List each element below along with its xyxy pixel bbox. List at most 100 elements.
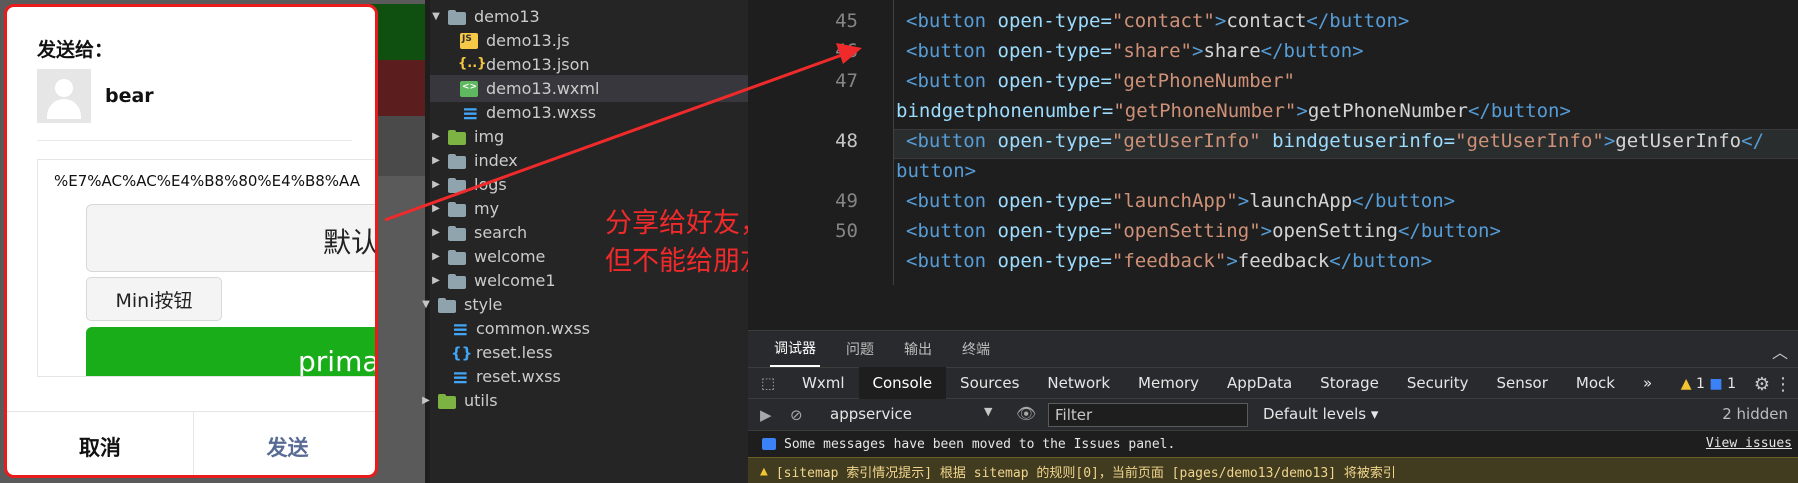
- code-tag: >: [1192, 40, 1204, 62]
- code-tag: <button: [906, 10, 987, 32]
- hidden-count: 2 hidden: [1722, 405, 1788, 423]
- code-tag: <button: [906, 70, 987, 92]
- dialog-footer: 取消 发送: [7, 411, 375, 475]
- send-button[interactable]: 发送: [194, 412, 375, 475]
- console-toolbar: ▶ ⊘ appservice ▼ 👁 Filter Default levels…: [748, 399, 1798, 431]
- tab-network[interactable]: Network: [1033, 367, 1124, 399]
- code-string: "share": [1111, 40, 1192, 62]
- tree-folder-style[interactable]: ▼ style: [420, 291, 738, 318]
- code-tag: </button>: [1329, 250, 1433, 272]
- tree-file-common-wxss[interactable]: common.wxss: [430, 315, 748, 342]
- tab-sources[interactable]: Sources: [946, 367, 1033, 399]
- code-tag: >: [1237, 190, 1250, 212]
- tree-file-demo13-wxml[interactable]: demo13.wxml: [430, 75, 748, 102]
- code-attr: open-type=: [986, 70, 1112, 92]
- code-text: getPhoneNumber: [1307, 100, 1468, 122]
- tab-appdata[interactable]: AppData: [1213, 367, 1306, 399]
- page-preview: %E7%AC%AC%E4%B8%80%E4%B8%AA 默认 Mini按钮 pr…: [37, 159, 377, 377]
- avatar: [37, 69, 91, 123]
- tree-file-demo13-wxss[interactable]: demo13.wxss: [430, 99, 748, 126]
- tree-file-reset-wxss[interactable]: reset.wxss: [430, 363, 748, 390]
- tab-debugger[interactable]: 调试器: [770, 331, 820, 367]
- tree-file-demo13-js[interactable]: demo13.js: [430, 27, 748, 54]
- tab-problems[interactable]: 问题: [842, 331, 878, 367]
- tree-item-label: img: [474, 127, 505, 146]
- tab-memory[interactable]: Memory: [1124, 367, 1213, 399]
- code-line: button>: [896, 160, 976, 182]
- folder-icon: [448, 249, 466, 265]
- tab-terminal[interactable]: 终端: [958, 331, 994, 367]
- tree-folder-utils[interactable]: ▶ utils: [420, 387, 738, 414]
- filter-input[interactable]: Filter: [1048, 403, 1248, 427]
- simulator-gray-strip: [370, 116, 425, 176]
- code-tag: >: [1296, 100, 1308, 122]
- view-issues-link[interactable]: View issues: [1706, 436, 1792, 451]
- tree-item-label: demo13.wxml: [486, 79, 600, 98]
- tree-item-label: demo13.js: [486, 31, 570, 50]
- tree-item-label: demo13.wxss: [486, 103, 597, 122]
- chevron-right-icon: ▶: [422, 395, 430, 406]
- warning-count: 1: [1696, 376, 1705, 392]
- tree-item-label: style: [464, 295, 503, 314]
- avatar-body-icon: [47, 99, 81, 119]
- tree-file-reset-less[interactable]: reset.less: [430, 339, 748, 366]
- tree-item-label: logs: [474, 175, 507, 194]
- tab-console[interactable]: Console: [858, 367, 947, 399]
- gear-icon[interactable]: ⚙: [1754, 374, 1770, 395]
- chevron-up-icon[interactable]: ︿: [1772, 339, 1788, 363]
- wxml-file-icon: [460, 80, 478, 97]
- more-tabs-icon[interactable]: »: [1629, 367, 1666, 399]
- folder-icon: [448, 153, 466, 169]
- message-info-icon: [762, 438, 776, 450]
- log-levels-select[interactable]: Default levels ▾: [1263, 405, 1378, 423]
- tree-file-demo13-json[interactable]: demo13.json: [430, 51, 748, 78]
- tab-sensor[interactable]: Sensor: [1482, 367, 1561, 399]
- tree-item-label: index: [474, 151, 518, 170]
- tree-folder-index[interactable]: ▶ index: [430, 147, 748, 174]
- cancel-button[interactable]: 取消: [7, 412, 193, 475]
- folder-icon: [438, 393, 456, 409]
- preview-primary-button-label: prima: [298, 345, 377, 377]
- tree-item-label: welcome1: [474, 271, 556, 290]
- code-tag: </button>: [1352, 190, 1456, 212]
- code-string: "getPhoneNumber": [1113, 100, 1297, 122]
- chevron-right-icon: ▶: [432, 179, 440, 190]
- sidebar-toggle-icon[interactable]: ▶: [760, 406, 772, 424]
- tab-storage[interactable]: Storage: [1306, 367, 1393, 399]
- dialog-title: 发送给：: [37, 39, 114, 61]
- more-vertical-icon[interactable]: ⋮: [1774, 374, 1792, 395]
- recipient-name: bear: [105, 85, 154, 107]
- code-tag: >: [1603, 130, 1616, 152]
- code-text: contact: [1226, 10, 1307, 32]
- code-line: <button open-type="getUserInfo" bindgetu…: [906, 130, 1764, 152]
- tree-item-label: search: [474, 223, 528, 242]
- tab-mock[interactable]: Mock: [1562, 367, 1629, 399]
- preview-url-text: %E7%AC%AC%E4%B8%80%E4%B8%AA: [54, 172, 360, 190]
- clear-console-icon[interactable]: ⊘: [790, 406, 803, 424]
- eye-icon[interactable]: 👁: [1016, 404, 1036, 423]
- code-string: "contact": [1111, 10, 1215, 32]
- tab-wxml[interactable]: Wxml: [788, 367, 859, 399]
- tree-folder-logs[interactable]: ▶ logs: [430, 171, 748, 198]
- code-line: <button open-type="share">share</button>: [906, 40, 1364, 62]
- code-editor[interactable]: 45 46 47 48 49 50 <button open-type="con…: [748, 0, 1798, 330]
- folder-icon: [448, 225, 466, 241]
- tab-security[interactable]: Security: [1393, 367, 1483, 399]
- code-line: <button open-type="feedback">feedback</b…: [906, 250, 1432, 272]
- inspect-icon[interactable]: ⬚: [748, 367, 788, 399]
- tree-folder-demo13[interactable]: ▼ demo13: [430, 3, 748, 30]
- tree-item-label: reset.less: [476, 343, 553, 362]
- preview-default-button: 默认: [86, 204, 375, 272]
- folder-icon: [448, 129, 466, 145]
- issue-counts[interactable]: ▲ 1 ■ 1: [1681, 376, 1736, 392]
- chevron-right-icon: ▶: [432, 251, 440, 262]
- tab-output[interactable]: 输出: [900, 331, 936, 367]
- line-number: 47: [835, 70, 858, 92]
- code-text: share: [1203, 40, 1261, 62]
- tree-folder-img[interactable]: ▶ img: [430, 123, 748, 150]
- wxss-file-icon: [450, 365, 469, 389]
- code-line: <button open-type="openSetting">openSett…: [906, 220, 1501, 242]
- code-tag: </: [1741, 130, 1765, 152]
- context-select[interactable]: appservice: [830, 405, 1000, 425]
- tree-item-label: common.wxss: [476, 319, 590, 338]
